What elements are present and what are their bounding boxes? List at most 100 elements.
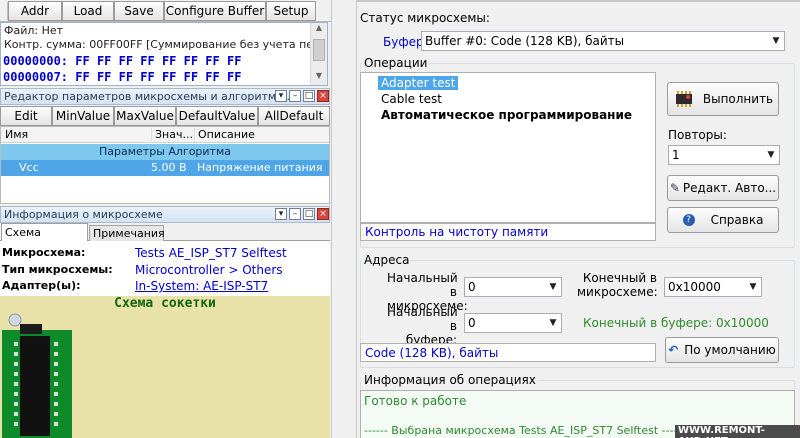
list-item-auto-programming[interactable]: Автоматическое программирование: [381, 108, 632, 122]
help-button-label: Справка: [710, 213, 764, 227]
table-row[interactable]: Vcc 5.00 В Напряжение питания: [1, 160, 329, 176]
hex-row: 00000000: FF FF FF FF FF FF FF FF: [3, 54, 241, 68]
edit-icon: ✎: [669, 181, 680, 195]
operations-label: Операции: [362, 56, 430, 70]
minimize-icon[interactable]: –: [289, 208, 301, 220]
defaultvalue-button[interactable]: DefaultValue: [176, 106, 258, 126]
hex-bytes: FF FF FF FF FF FF FF FF: [75, 54, 242, 68]
help-icon: ?: [682, 214, 695, 226]
start-chip-select[interactable]: 0 ▼: [464, 277, 562, 297]
chip-info-tabs: Схема сокетки Примечания: [0, 223, 330, 252]
chip-name-value: Tests AE_ISP_ST7 Selftest: [135, 246, 287, 260]
alldefault-button[interactable]: AllDefault: [258, 106, 330, 126]
execute-button-label: Выполнить: [702, 92, 774, 106]
buffer-scrollbar[interactable]: ▲ ▼: [310, 23, 327, 85]
chip-type-value: Microcontroller > Others: [135, 263, 283, 277]
params-buttons: Edit MinValue MaxValue DefaultValue AllD…: [0, 106, 330, 126]
scroll-up-icon[interactable]: ▲: [311, 23, 327, 37]
save-button[interactable]: Save: [114, 1, 164, 21]
edit-button[interactable]: Edit: [0, 106, 52, 126]
maxvalue-button[interactable]: MaxValue: [114, 106, 176, 126]
edit-auto-button[interactable]: ✎ Редакт. Авто...: [667, 175, 779, 201]
execute-button[interactable]: Выполнить: [667, 82, 779, 116]
hex-bytes: FF FF FF FF FF FF FF FF: [75, 70, 242, 84]
tab-notes[interactable]: Примечания: [89, 225, 165, 241]
operations-list: Adapter test Cable test Автоматическое п…: [360, 72, 656, 223]
hex-address: 00000007:: [3, 70, 69, 84]
buffer-view: Файл: Нет Контр. сумма: 00FF00FF [Суммир…: [0, 22, 328, 86]
repeats-select[interactable]: 1 ▼: [668, 145, 780, 165]
addresses-label: Адреса: [362, 253, 412, 267]
end-chip-label: Конечный в микросхеме:: [577, 271, 658, 299]
minimize-icon[interactable]: –: [289, 90, 301, 102]
socket-scheme: Схема сокетки: [0, 296, 330, 438]
chevron-down-icon: ▼: [767, 150, 775, 160]
setup-button[interactable]: Setup: [266, 1, 316, 21]
log-line: Готово к работе: [364, 394, 467, 408]
adapter-label: Адаптер(ы):: [2, 279, 81, 292]
start-chip-value: 0: [468, 280, 476, 294]
dropdown-icon[interactable]: ▾: [275, 208, 287, 220]
list-item-adapter-test[interactable]: Adapter test: [378, 76, 459, 90]
column-header-value[interactable]: Знач...: [151, 128, 193, 141]
adapter-link[interactable]: In-System: AE-ISP-ST7: [135, 279, 268, 293]
socket-diagram: [2, 313, 72, 438]
toolbar-grip: [0, 2, 8, 20]
start-buffer-select[interactable]: 0 ▼: [464, 313, 562, 333]
params-table: Имя Знач... Описание Параметры Алгоритма…: [0, 126, 330, 204]
column-header-name[interactable]: Имя: [5, 128, 28, 141]
tab-socket-scheme[interactable]: Схема сокетки: [1, 223, 88, 252]
list-item-cable-test[interactable]: Cable test: [381, 92, 442, 106]
op-hint-box: Контроль на чистоту памяти: [360, 223, 656, 241]
repeats-value: 1: [672, 148, 680, 162]
status-label: Статус микросхемы:: [360, 11, 490, 25]
chip-type-label: Тип микросхемы:: [2, 263, 113, 276]
chevron-down-icon: ▼: [549, 282, 557, 292]
help-button[interactable]: ? Справка: [667, 207, 779, 233]
restore-icon[interactable]: □: [303, 208, 315, 220]
dropdown-icon[interactable]: ▾: [275, 90, 287, 102]
param-name: Vcc: [19, 161, 39, 174]
start-buffer-label-line1: Начальный в: [387, 305, 458, 333]
edit-auto-button-label: Редакт. Авто...: [682, 181, 777, 195]
buffer-select[interactable]: Buffer #0: Code (128 KB), байты ▼: [421, 31, 785, 51]
end-chip-value: 0x10000: [668, 280, 721, 294]
chip-info-title: Информация о микросхеме ▾ – □ ×: [0, 206, 330, 223]
chip-icon: [675, 91, 692, 107]
addr-button[interactable]: Addr: [8, 1, 62, 21]
pane-splitter[interactable]: [331, 0, 357, 438]
table-group-row[interactable]: Параметры Алгоритма: [1, 144, 329, 160]
scroll-down-icon[interactable]: ▼: [311, 71, 327, 85]
close-icon[interactable]: ×: [317, 208, 329, 220]
close-icon[interactable]: ×: [317, 90, 329, 102]
load-button[interactable]: Load: [62, 1, 114, 21]
restore-icon[interactable]: □: [303, 90, 315, 102]
right-pane: Статус микросхемы: Буфер: Buffer #0: Cod…: [357, 0, 800, 438]
param-value: 5.00 В: [151, 161, 187, 174]
buffer-type-box: Code (128 KB), байты: [360, 343, 656, 362]
group-row-label: Параметры Алгоритма: [98, 145, 232, 158]
socket-scheme-title: Схема сокетки: [114, 296, 216, 311]
buffer-select-value: Buffer #0: Code (128 KB), байты: [425, 34, 625, 48]
table-header: Имя Знач... Описание: [1, 127, 329, 143]
chevron-down-icon: ▼: [549, 318, 557, 328]
hex-address: 00000000:: [3, 54, 69, 68]
chevron-down-icon: ▼: [772, 36, 780, 46]
end-chip-select[interactable]: 0x10000 ▼: [664, 277, 762, 297]
end-buffer-text: Конечный в буфере: 0x10000: [583, 316, 769, 330]
default-button[interactable]: ↶ По умолчанию: [665, 337, 779, 363]
log-line: ------ Выбрана микросхема Tests AE_ISP_S…: [364, 424, 686, 437]
start-chip-label-line1: Начальный в: [387, 271, 458, 299]
scroll-thumb[interactable]: [313, 39, 325, 61]
hex-row: 00000007: FF FF FF FF FF FF FF FF: [3, 70, 241, 84]
minvalue-button[interactable]: MinValue: [52, 106, 114, 126]
buffer-toolbar: Addr Load Save Configure Buffer Setup: [0, 0, 331, 22]
undo-icon: ↶: [668, 343, 679, 357]
opinfo-label: Информация об операциях: [362, 373, 538, 387]
params-editor-title-text: Редактор параметров микросхемы и алгорит…: [4, 90, 297, 103]
op-hint: Контроль на чистоту памяти: [365, 225, 549, 239]
end-chip-label-line2: микросхеме:: [577, 285, 658, 299]
end-chip-label-line1: Конечный в: [582, 271, 657, 285]
configure-buffer-button[interactable]: Configure Buffer: [164, 1, 266, 21]
column-header-desc[interactable]: Описание: [194, 128, 255, 141]
